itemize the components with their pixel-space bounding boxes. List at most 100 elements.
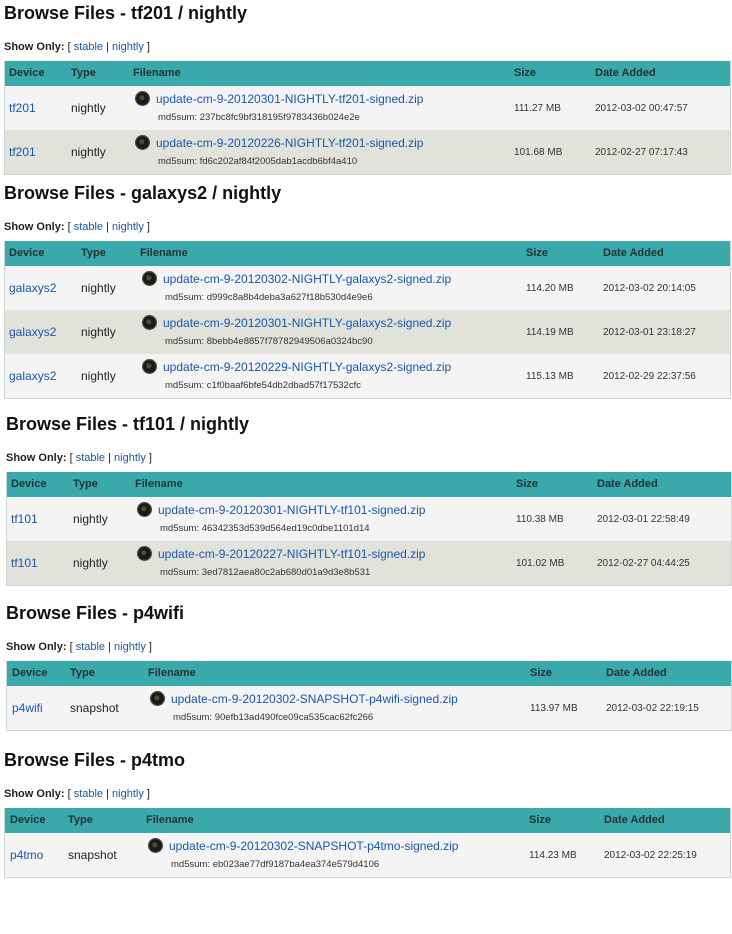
device-link[interactable]: galaxys2 — [9, 369, 56, 383]
device-link[interactable]: tf101 — [11, 512, 38, 526]
build-type: nightly — [81, 369, 116, 383]
col-type-header[interactable]: Type — [71, 67, 96, 79]
col-filename-header[interactable]: Filename — [148, 667, 196, 679]
download-icon[interactable] — [136, 92, 149, 105]
download-icon[interactable] — [149, 839, 162, 852]
filter-separator: | — [106, 41, 109, 53]
col-size-header[interactable]: Size — [526, 247, 548, 259]
open-bracket: [ — [67, 221, 71, 233]
download-icon[interactable] — [136, 136, 149, 149]
download-icon[interactable] — [143, 360, 156, 373]
col-type-header[interactable]: Type — [70, 667, 95, 679]
md5sum-value: 46342353d539d564ed19c0dbe1101d14 — [201, 523, 370, 534]
build-type: nightly — [81, 325, 116, 339]
filter-nightly-link[interactable]: nightly — [114, 641, 146, 653]
download-icon[interactable] — [138, 547, 151, 560]
filename-link[interactable]: update-cm-9-20120227-NIGHTLY-tf101-signe… — [158, 547, 425, 561]
device-link[interactable]: p4tmo — [10, 848, 43, 862]
device-link[interactable]: galaxys2 — [9, 325, 56, 339]
show-only-label: Show Only: — [4, 788, 65, 800]
filter-nightly-link[interactable]: nightly — [112, 788, 144, 800]
file-size: 113.97 MB — [530, 703, 578, 714]
filename-link[interactable]: update-cm-9-20120302-NIGHTLY-galaxys2-si… — [163, 272, 451, 286]
build-type: nightly — [71, 145, 106, 159]
md5sum-value: 3ed7812aea80c2ab680d01a9d3e8b531 — [201, 567, 371, 578]
table-row: galaxys2 nightly update-cm-9-20120301-NIGH… — [5, 310, 730, 354]
md5sum: md5sum: 3ed7812aea80c2ab680d01a9d3e8b531 — [160, 567, 370, 578]
col-size-header[interactable]: Size — [514, 67, 536, 79]
md5sum: md5sum: d999c8a8b4deba3a627f18b530d4e9e6 — [165, 292, 373, 303]
filter-nightly-link[interactable]: nightly — [112, 221, 144, 233]
section-title: Browse Files - galaxys2 / nightly — [4, 183, 282, 203]
build-type: snapshot — [70, 701, 119, 715]
col-date-added-header[interactable]: Date Added — [603, 247, 664, 259]
col-type-header[interactable]: Type — [81, 247, 106, 259]
md5sum: md5sum: 8bebb4e8857f78782949506a0324bc90 — [165, 336, 373, 347]
filter-stable-link[interactable]: stable — [76, 641, 105, 653]
table-row: tf101 nightly update-cm-9-20120301-NIGHTLY… — [7, 497, 731, 541]
show-only-filter: Show Only: [ stable | nightly ] — [4, 221, 150, 233]
close-bracket: ] — [146, 41, 150, 53]
col-date-added-header[interactable]: Date Added — [604, 814, 665, 826]
filename-link[interactable]: update-cm-9-20120301-NIGHTLY-tf101-signe… — [158, 503, 425, 517]
md5sum-value: 8bebb4e8857f78782949506a0324bc90 — [206, 336, 373, 347]
filename-link[interactable]: update-cm-9-20120302-SNAPSHOT-p4tmo-sign… — [169, 839, 458, 853]
col-device-header[interactable]: Device — [9, 67, 44, 79]
col-device-header[interactable]: Device — [9, 247, 44, 259]
col-device-header[interactable]: Device — [11, 478, 46, 490]
download-icon[interactable] — [151, 692, 164, 705]
col-device-header[interactable]: Device — [10, 814, 45, 826]
filter-stable-link[interactable]: stable — [74, 788, 103, 800]
table-header: Device Type Filename Size Date Added — [5, 241, 730, 266]
col-filename-header[interactable]: Filename — [135, 478, 183, 490]
filename-link[interactable]: update-cm-9-20120301-NIGHTLY-tf201-signe… — [156, 92, 423, 106]
col-type-header[interactable]: Type — [73, 478, 98, 490]
col-type-header[interactable]: Type — [68, 814, 93, 826]
device-link[interactable]: p4wifi — [12, 701, 43, 715]
date-added: 2012-03-01 23:18:27 — [603, 327, 696, 338]
filter-nightly-link[interactable]: nightly — [114, 452, 146, 464]
col-size-header[interactable]: Size — [516, 478, 538, 490]
md5sum-label: md5sum: — [165, 292, 205, 303]
filename-link[interactable]: update-cm-9-20120302-SNAPSHOT-p4wifi-sig… — [171, 692, 458, 706]
col-filename-header[interactable]: Filename — [140, 247, 188, 259]
device-link[interactable]: tf201 — [9, 101, 36, 115]
build-type: nightly — [81, 281, 116, 295]
device-link[interactable]: tf101 — [11, 556, 38, 570]
col-filename-header[interactable]: Filename — [133, 67, 181, 79]
filter-separator: | — [108, 452, 111, 464]
filter-stable-link[interactable]: stable — [76, 452, 105, 464]
md5sum: md5sum: 237bc8fc9bf318195f9783436b024e2e — [158, 112, 360, 123]
col-size-header[interactable]: Size — [529, 814, 551, 826]
filename-link[interactable]: update-cm-9-20120301-NIGHTLY-galaxys2-si… — [163, 316, 451, 330]
close-bracket: ] — [146, 221, 150, 233]
filter-stable-link[interactable]: stable — [74, 41, 103, 53]
table-row: tf201 nightly update-cm-9-20120226-NIGHTLY… — [5, 130, 730, 174]
download-icon[interactable] — [143, 316, 156, 329]
download-icon[interactable] — [143, 272, 156, 285]
files-table: Device Type Filename Size Date Added p4tmo sna… — [4, 808, 731, 878]
filename-link[interactable]: update-cm-9-20120229-NIGHTLY-galaxys2-si… — [163, 360, 451, 374]
md5sum-label: md5sum: — [173, 712, 213, 723]
files-table: Device Type Filename Size Date Added tf201 nig… — [4, 61, 731, 175]
filter-nightly-link[interactable]: nightly — [112, 41, 144, 53]
md5sum: md5sum: c1f0baaf6bfe54db2dbad57f17532cfc — [165, 380, 361, 391]
md5sum-value: c1f0baaf6bfe54db2dbad57f17532cfc — [206, 380, 361, 391]
download-icon[interactable] — [138, 503, 151, 516]
filename-link[interactable]: update-cm-9-20120226-NIGHTLY-tf201-signe… — [156, 136, 423, 150]
col-size-header[interactable]: Size — [530, 667, 552, 679]
col-date-added-header[interactable]: Date Added — [606, 667, 667, 679]
md5sum: md5sum: 46342353d539d564ed19c0dbe1101d14 — [160, 523, 370, 534]
col-device-header[interactable]: Device — [12, 667, 47, 679]
md5sum: md5sum: fd6c202af84f2005dab1acdb6bf4a410 — [158, 156, 357, 167]
col-date-added-header[interactable]: Date Added — [595, 67, 656, 79]
files-table: Device Type Filename Size Date Added p4wifi sn… — [6, 661, 732, 731]
show-only-filter: Show Only: [ stable | nightly ] — [4, 788, 150, 800]
device-link[interactable]: galaxys2 — [9, 281, 56, 295]
filter-stable-link[interactable]: stable — [74, 221, 103, 233]
col-date-added-header[interactable]: Date Added — [597, 478, 658, 490]
device-link[interactable]: tf201 — [9, 145, 36, 159]
col-filename-header[interactable]: Filename — [146, 814, 194, 826]
date-added: 2012-02-27 07:17:43 — [595, 147, 688, 158]
date-added: 2012-03-02 22:19:15 — [606, 703, 699, 714]
